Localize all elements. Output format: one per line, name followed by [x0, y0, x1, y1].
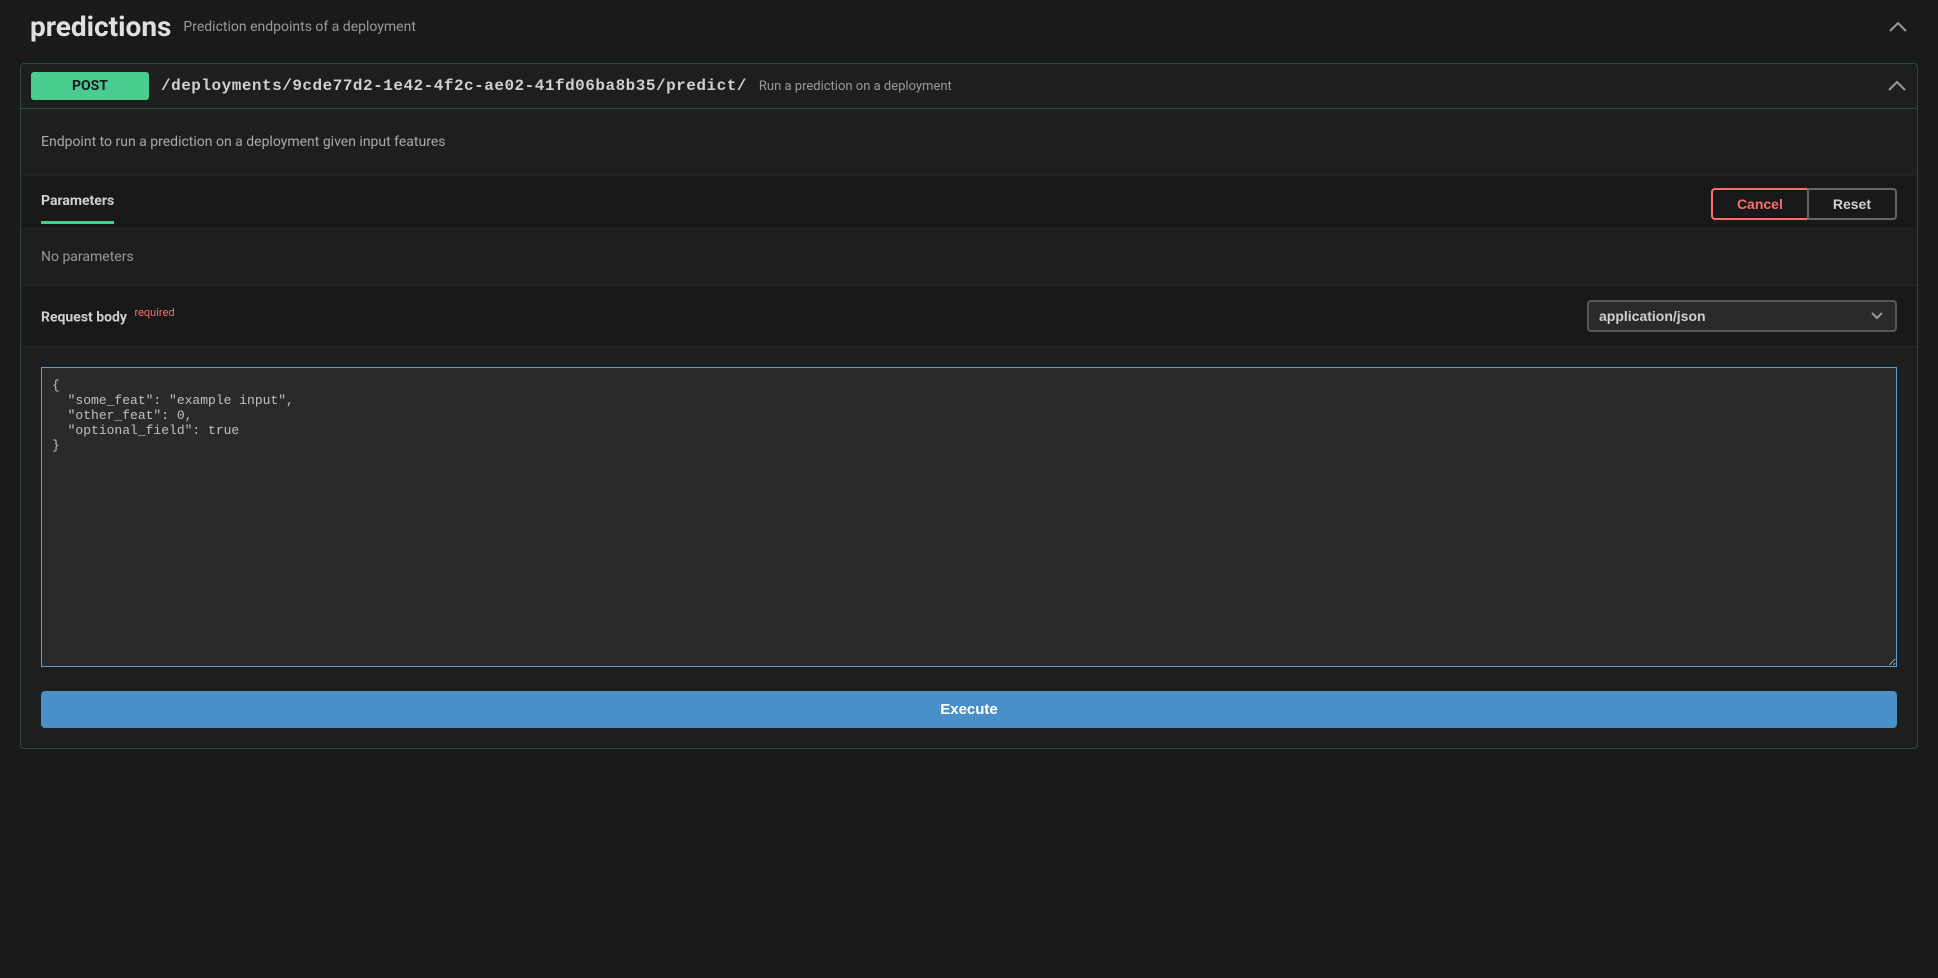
execute-button[interactable]: Execute	[41, 691, 1897, 728]
no-parameters-text: No parameters	[21, 229, 1917, 285]
request-body-area	[21, 347, 1917, 691]
endpoint-header[interactable]: POST /deployments/9cde77d2-1e42-4f2c-ae0…	[21, 64, 1917, 108]
endpoint-body: Endpoint to run a prediction on a deploy…	[21, 108, 1917, 748]
section-title: predictions	[30, 10, 171, 43]
request-body-label-text: Request body	[41, 310, 127, 326]
content-type-select[interactable]: application/json	[1587, 300, 1897, 332]
request-body-header: Request body required application/json	[21, 285, 1917, 347]
endpoint-path: /deployments/9cde77d2-1e42-4f2c-ae02-41f…	[161, 77, 747, 95]
required-tag: required	[134, 306, 174, 319]
chevron-up-icon	[1888, 17, 1908, 37]
section-description: Prediction endpoints of a deployment	[183, 19, 416, 35]
cancel-button[interactable]: Cancel	[1711, 188, 1807, 220]
method-badge: POST	[31, 72, 149, 100]
request-body-textarea[interactable]	[41, 367, 1897, 667]
parameters-header: Parameters Cancel Reset	[21, 175, 1917, 229]
endpoint-summary: Run a prediction on a deployment	[759, 79, 952, 94]
reset-button[interactable]: Reset	[1807, 188, 1897, 220]
execute-wrapper: Execute	[21, 691, 1917, 748]
endpoint-block: POST /deployments/9cde77d2-1e42-4f2c-ae0…	[20, 63, 1918, 749]
endpoint-description: Endpoint to run a prediction on a deploy…	[21, 109, 1917, 175]
try-out-buttons: Cancel Reset	[1711, 188, 1897, 220]
section-header[interactable]: predictions Prediction endpoints of a de…	[0, 0, 1938, 53]
request-body-label: Request body required	[41, 306, 175, 326]
chevron-up-icon	[1887, 76, 1907, 96]
parameters-tab[interactable]: Parameters	[41, 193, 114, 224]
